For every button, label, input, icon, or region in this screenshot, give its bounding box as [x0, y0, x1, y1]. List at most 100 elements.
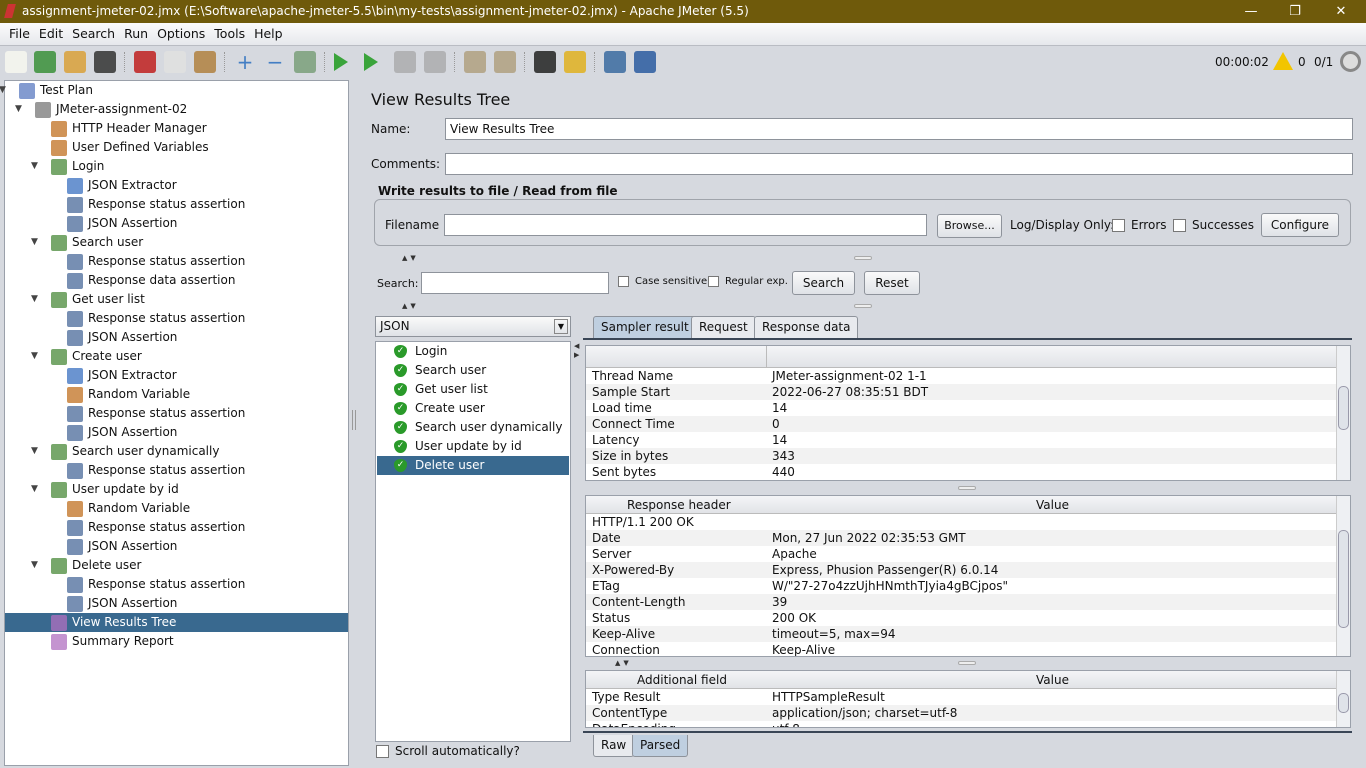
expand-toggle[interactable]: ▼ — [31, 237, 38, 247]
tree-node[interactable]: JSON Assertion — [67, 423, 177, 442]
menu-run[interactable]: Run — [124, 26, 148, 41]
result-item[interactable]: ✓ Delete user — [377, 456, 569, 475]
renderer-select[interactable]: JSON ▼ — [375, 316, 571, 337]
tree-node[interactable]: JSON Assertion — [67, 214, 177, 233]
side-arrows[interactable]: ◀ ▶ — [574, 342, 580, 360]
tree-node[interactable]: Response status assertion — [67, 404, 245, 423]
tree-node[interactable]: JSON Assertion — [67, 328, 177, 347]
table-row[interactable]: Keep-Alive timeout=5, max=94 — [586, 626, 1350, 642]
maximize-button[interactable]: ❐ — [1272, 0, 1318, 23]
expand-toggle[interactable]: ▼ — [31, 351, 38, 361]
close-button[interactable]: ✕ — [1318, 0, 1364, 23]
tree-node[interactable]: Random Variable — [67, 499, 190, 518]
menu-edit[interactable]: Edit — [39, 26, 63, 41]
successes-checkbox[interactable] — [1173, 219, 1186, 232]
toggle-icon[interactable] — [294, 51, 316, 73]
search-input[interactable] — [421, 272, 609, 294]
table-row[interactable]: Sample Start 2022-06-27 08:35:51 BDT — [586, 384, 1350, 400]
table-row[interactable]: Content-Length 39 — [586, 594, 1350, 610]
reset-search-icon[interactable] — [564, 51, 586, 73]
tree-node[interactable]: HTTP Header Manager — [51, 119, 207, 138]
divider-grip-3[interactable] — [958, 486, 976, 490]
tree-node[interactable]: Summary Report — [51, 632, 174, 651]
cut-icon[interactable] — [134, 51, 156, 73]
menu-help[interactable]: Help — [254, 26, 283, 41]
tree-node[interactable]: Create user — [51, 347, 142, 366]
expand-toggle[interactable]: ▼ — [15, 104, 22, 114]
expand-toggle[interactable]: ▼ — [31, 446, 38, 456]
expand-toggle[interactable]: ▼ — [0, 85, 6, 95]
table-row[interactable]: Server Apache — [586, 546, 1350, 562]
table-row[interactable]: HTTP/1.1 200 OK — [586, 514, 1350, 530]
start-no-pause-icon[interactable] — [364, 53, 378, 71]
menu-options[interactable]: Options — [157, 26, 205, 41]
tree-node[interactable]: Random Variable — [67, 385, 190, 404]
result-item[interactable]: ✓ Search user dynamically — [394, 418, 562, 437]
search-icon[interactable] — [534, 51, 556, 73]
clear-icon[interactable] — [464, 51, 486, 73]
table-row[interactable]: Thread Name JMeter-assignment-02 1-1 — [586, 368, 1350, 384]
collapse-arrows-3[interactable]: ▲▼ — [615, 659, 632, 667]
search-button[interactable]: Search — [792, 271, 855, 295]
tree-node[interactable]: Response data assertion — [67, 271, 235, 290]
table-row[interactable]: Size in bytes 343 — [586, 448, 1350, 464]
start-icon[interactable] — [334, 53, 348, 71]
warning-icon[interactable] — [1273, 52, 1293, 70]
filename-input[interactable] — [444, 214, 927, 236]
divider-grip-4[interactable] — [958, 661, 976, 665]
menu-search[interactable]: Search — [72, 26, 115, 41]
chevron-down-icon[interactable]: ▼ — [554, 319, 568, 334]
case-sensitive-checkbox[interactable] — [618, 276, 629, 287]
scrollbar[interactable] — [1336, 346, 1350, 480]
menu-tools[interactable]: Tools — [214, 26, 245, 41]
collapse-icon[interactable]: − — [264, 51, 286, 73]
column-additional-field[interactable]: Additional field — [637, 671, 727, 689]
tree-node[interactable]: Search user dynamically — [51, 442, 219, 461]
tab-request[interactable]: Request — [691, 316, 756, 338]
tab-sampler-result[interactable]: Sampler result — [593, 316, 697, 338]
table-row[interactable]: Connection Keep-Alive — [586, 642, 1350, 656]
tree-node[interactable]: Response status assertion — [67, 518, 245, 537]
result-item[interactable]: ✓ Login — [394, 342, 447, 361]
divider-grip-2[interactable] — [854, 304, 872, 308]
table-row[interactable]: ETag W/"27-27o4zzUjhHNmthTJyia4gBCjpos" — [586, 578, 1350, 594]
table-row[interactable]: Load time 14 — [586, 400, 1350, 416]
table-row[interactable]: Sent bytes 440 — [586, 464, 1350, 480]
tree-node[interactable]: JMeter-assignment-02 — [35, 100, 187, 119]
minimize-button[interactable]: — — [1228, 0, 1274, 23]
column-value[interactable]: Value — [1036, 671, 1069, 689]
table-row[interactable]: X-Powered-By Express, Phusion Passenger(R… — [586, 562, 1350, 578]
open-icon[interactable] — [64, 51, 86, 73]
tab-parsed[interactable]: Parsed — [632, 735, 689, 757]
collapse-arrows-2[interactable]: ▲▼ — [402, 302, 419, 310]
expand-toggle[interactable]: ▼ — [31, 484, 38, 494]
clear-all-icon[interactable] — [494, 51, 516, 73]
table-row[interactable]: DataEncoding utf-8 — [586, 721, 1350, 727]
tree-node[interactable]: Response status assertion — [67, 461, 245, 480]
tree-node[interactable]: Response status assertion — [67, 195, 245, 214]
tree-node[interactable]: Response status assertion — [67, 309, 245, 328]
scrollbar[interactable] — [1336, 671, 1350, 727]
browse-button[interactable]: Browse... — [937, 214, 1002, 238]
regular-exp-checkbox[interactable] — [708, 276, 719, 287]
table-row[interactable]: Latency 14 — [586, 432, 1350, 448]
name-input[interactable]: View Results Tree — [445, 118, 1353, 140]
tree-node[interactable]: Response status assertion — [67, 252, 245, 271]
collapse-arrows[interactable]: ▲▼ — [402, 254, 419, 262]
table-row[interactable]: Type Result HTTPSampleResult — [586, 689, 1350, 705]
expand-toggle[interactable]: ▼ — [31, 560, 38, 570]
tab-raw[interactable]: Raw — [593, 735, 635, 757]
tree-node[interactable]: Response status assertion — [67, 575, 245, 594]
expand-icon[interactable]: + — [234, 51, 256, 73]
tree-node[interactable]: Test Plan — [19, 81, 93, 100]
menu-file[interactable]: File — [9, 26, 30, 41]
table-row[interactable]: Connect Time 0 — [586, 416, 1350, 432]
help-icon[interactable] — [634, 51, 656, 73]
result-item[interactable]: ✓ Create user — [394, 399, 485, 418]
result-item[interactable]: ✓ Search user — [394, 361, 486, 380]
tab-response-data[interactable]: Response data — [754, 316, 859, 338]
result-item[interactable]: ✓ Get user list — [394, 380, 488, 399]
templates-icon[interactable] — [34, 51, 56, 73]
paste-icon[interactable] — [194, 51, 216, 73]
scroll-automatically-checkbox[interactable] — [376, 745, 389, 758]
